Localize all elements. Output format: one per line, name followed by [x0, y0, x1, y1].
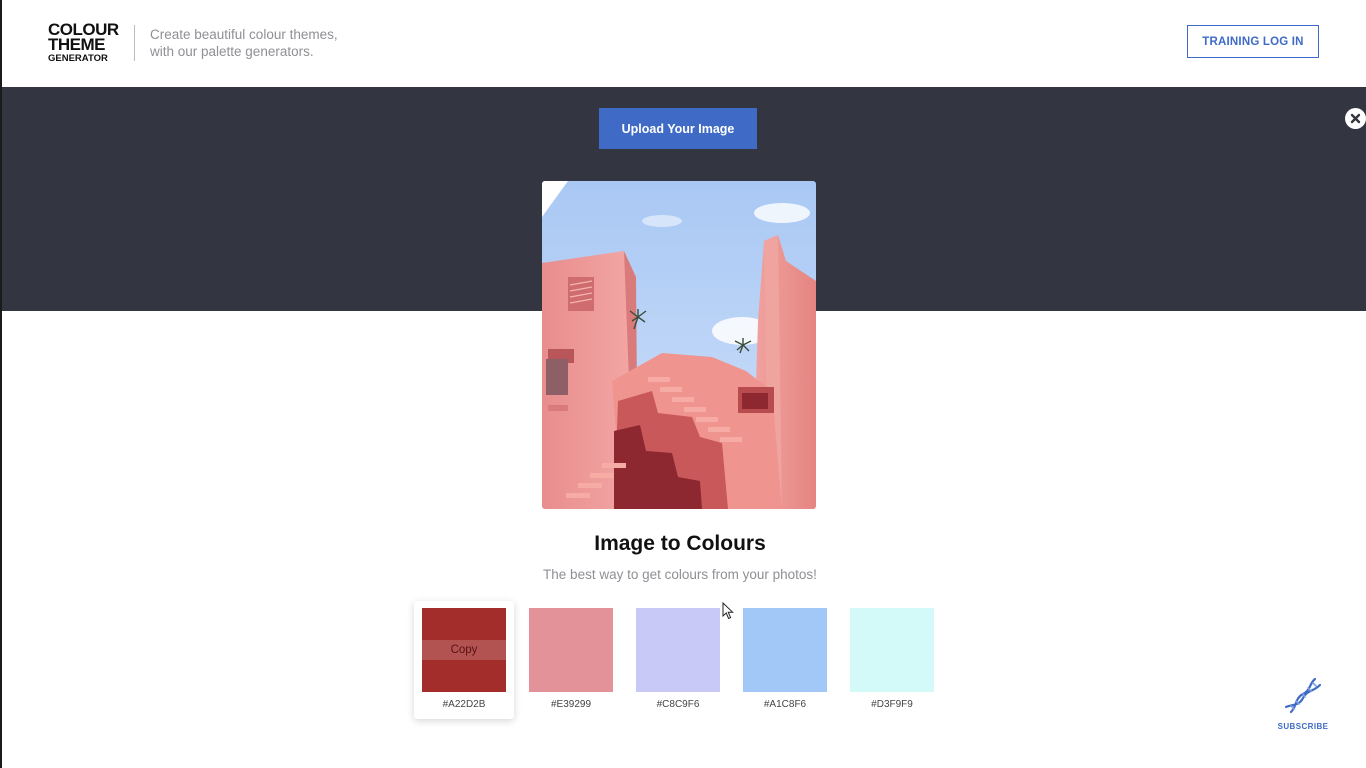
- color-swatch[interactable]: Copy #A22D2B: [414, 601, 514, 719]
- tagline-line-1: Create beautiful colour themes,: [150, 27, 338, 42]
- upload-image-button[interactable]: Upload Your Image: [599, 108, 757, 149]
- swatch-color-block[interactable]: [636, 608, 720, 692]
- logo-divider: [134, 25, 135, 61]
- swatch-hex-code: #E39299: [550, 699, 592, 710]
- swatch-hex-code: #A1C8F6: [763, 699, 807, 710]
- swatch-hex-code: #C8C9F6: [656, 699, 700, 710]
- color-swatch[interactable]: #C8C9F6: [628, 601, 728, 719]
- uploaded-photo: [542, 181, 816, 509]
- page-subtitle: The best way to get colours from your ph…: [543, 567, 817, 582]
- swatch-color-block[interactable]: Copy: [422, 608, 506, 692]
- tagline-line-2: with our palette generators.: [150, 44, 314, 59]
- tagline: Create beautiful colour themes, with our…: [150, 26, 410, 60]
- swatch-color-block[interactable]: [529, 608, 613, 692]
- color-swatch[interactable]: #D3F9F9: [842, 601, 942, 719]
- logo-line-3: GENERATOR: [48, 53, 108, 64]
- logo-line-2: THEME: [48, 35, 106, 54]
- subscribe-label: SUBSCRIBE: [1277, 722, 1329, 731]
- close-icon[interactable]: [1345, 108, 1366, 129]
- copy-button[interactable]: Copy: [422, 640, 506, 660]
- site-logo[interactable]: COLOUR THEME GENERATOR: [48, 21, 120, 65]
- swatch-hex-code: #D3F9F9: [871, 699, 913, 710]
- page-title: Image to Colours: [594, 532, 766, 555]
- site-header: COLOUR THEME GENERATOR Create beautiful …: [2, 0, 1366, 87]
- subscribe-button[interactable]: SUBSCRIBE: [1272, 676, 1334, 731]
- color-swatch[interactable]: #A1C8F6: [735, 601, 835, 719]
- mouse-cursor-icon: [722, 601, 734, 625]
- training-login-button[interactable]: TRAINING LOG IN: [1187, 25, 1319, 58]
- swatch-color-block[interactable]: [850, 608, 934, 692]
- color-swatch[interactable]: #E39299: [521, 601, 621, 719]
- swatch-hex-code: #A22D2B: [442, 699, 486, 710]
- dna-icon: [1284, 677, 1322, 714]
- swatch-color-block[interactable]: [743, 608, 827, 692]
